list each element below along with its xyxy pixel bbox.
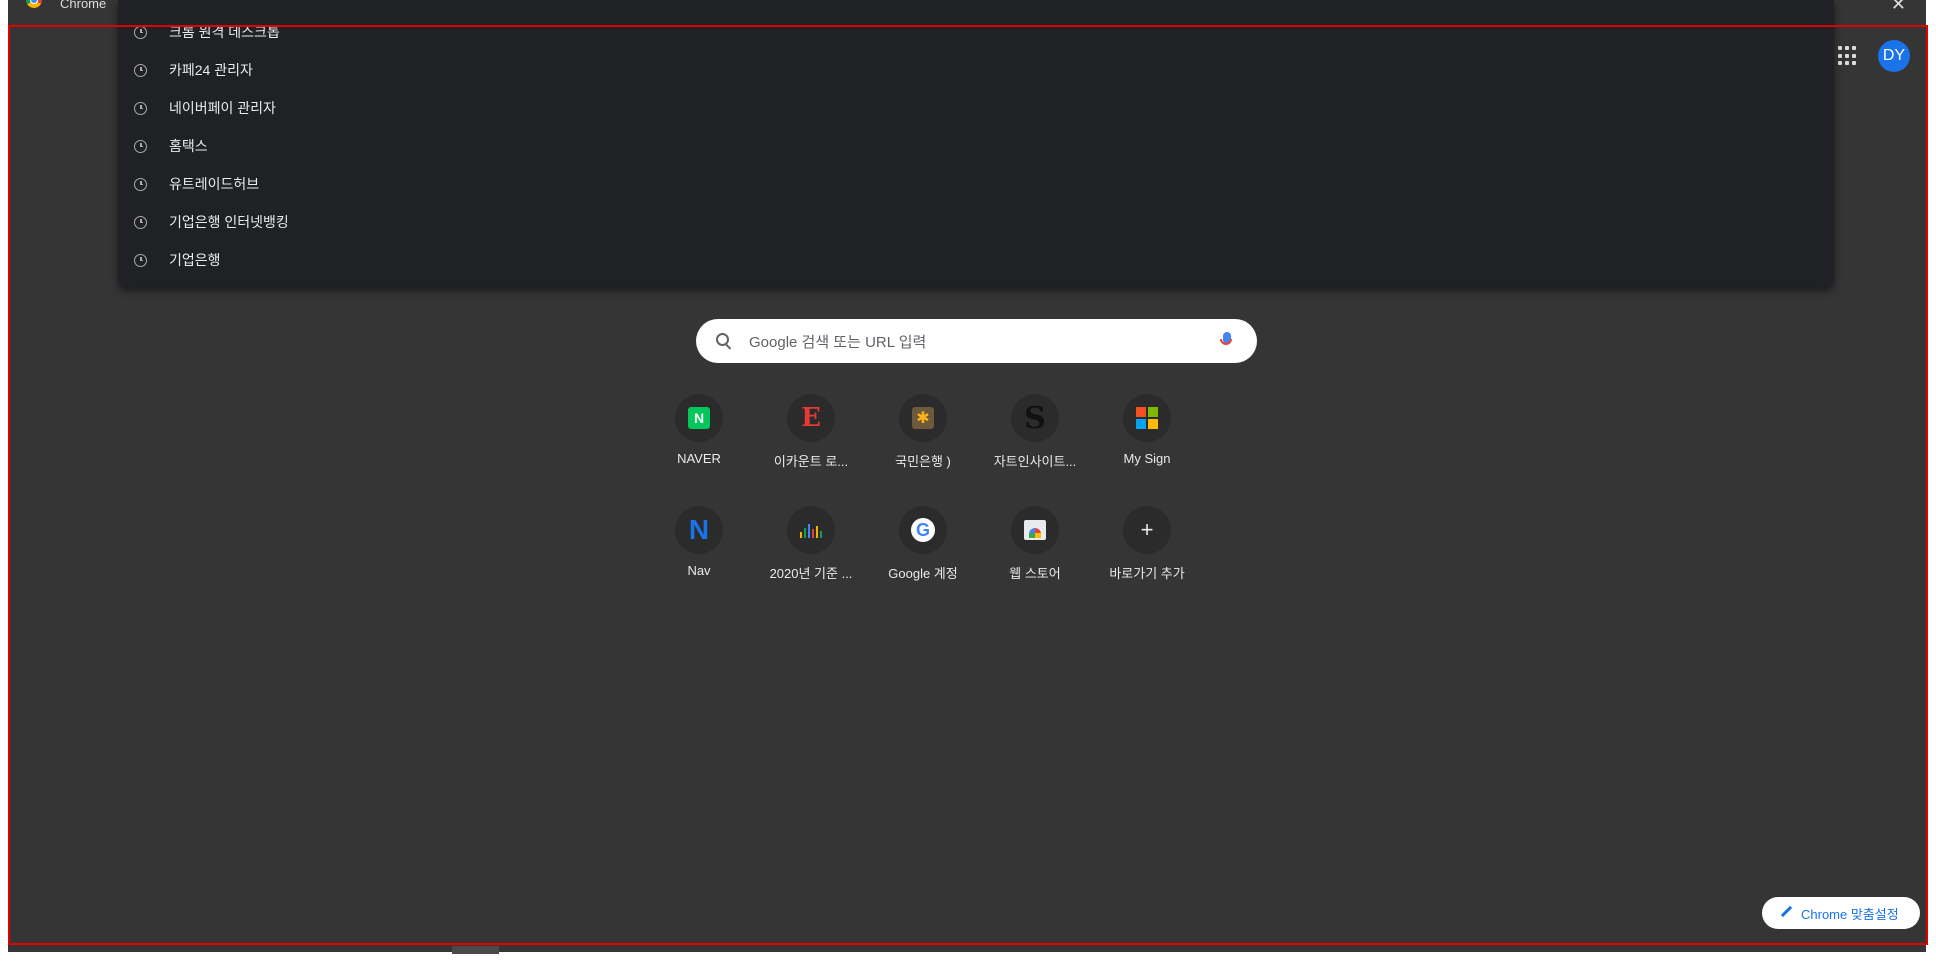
shortcut-icon-circle: + — [1123, 506, 1171, 554]
search-icon — [716, 333, 729, 346]
suggestion-label: 네이버페이 관리자 — [169, 100, 276, 116]
shortcut-label: 웹 스토어 — [1009, 566, 1061, 581]
suggestion-label: 기업은행 — [169, 252, 221, 268]
shortcut-icon-circle — [787, 506, 835, 554]
shortcut-icon-circle: ✱ — [899, 394, 947, 442]
microsoft-icon — [1136, 407, 1158, 429]
history-clock-icon — [134, 25, 147, 39]
add-shortcut-tile[interactable]: + 바로가기 추가 — [1091, 506, 1203, 616]
history-clock-icon — [134, 177, 147, 191]
suggestion-label: 기업은행 인터넷뱅킹 — [169, 214, 289, 230]
shortcut-label: NAVER — [677, 451, 721, 466]
history-clock-icon — [134, 63, 147, 77]
taskbar-thumb[interactable] — [452, 946, 499, 954]
suggestion-label: 크롬 원격 데스크톱 — [169, 24, 280, 40]
shortcut-tile[interactable]: S 자트인사이트... — [979, 394, 1091, 504]
naver-icon: N — [688, 407, 710, 429]
web-store-icon — [1024, 520, 1046, 540]
shortcut-icon-circle: G — [899, 506, 947, 554]
ecount-icon: E — [801, 403, 821, 433]
suggestion-label: 유트레이드허브 — [169, 176, 260, 192]
shortcut-label: 이카운트 로... — [773, 454, 849, 469]
search-input[interactable] — [747, 329, 1191, 355]
shortcut-label: 2020년 기준 ... — [769, 566, 853, 581]
suggestion-item[interactable]: 크롬 원격 데스크톱 — [118, 13, 1834, 51]
history-clock-icon — [134, 139, 147, 153]
shortcut-icon-circle: S — [1011, 394, 1059, 442]
shortcut-icon-circle — [1011, 506, 1059, 554]
shortcut-tile[interactable]: N Nav — [643, 506, 755, 616]
chrome-logo-icon — [26, 0, 42, 8]
suggestion-item[interactable]: 유트레이드허브 — [118, 165, 1834, 203]
shortcut-label: 자트인사이트... — [993, 454, 1077, 469]
suggestion-item[interactable]: 홈택스 — [118, 127, 1834, 165]
history-clock-icon — [134, 101, 147, 115]
shortcut-icon-circle: N — [675, 506, 723, 554]
shortcut-label: 국민은행 ) — [895, 454, 951, 469]
bar-chart-icon — [800, 522, 822, 538]
shortcut-label: 바로가기 추가 — [1109, 566, 1185, 581]
taskbar-strip — [8, 952, 1926, 971]
shortcut-tile[interactable]: My Sign — [1091, 394, 1203, 504]
shortcut-tile[interactable]: N NAVER — [643, 394, 755, 504]
chrome-window: Chrome ✕ DY N NAVER E 이카운트 로... ✱ 국민은행 )… — [8, 0, 1926, 952]
kb-bank-icon: ✱ — [912, 407, 934, 429]
shortcut-tile[interactable]: E 이카운트 로... — [755, 394, 867, 504]
suggestion-item[interactable]: 기업은행 인터넷뱅킹 — [118, 203, 1834, 241]
shortcut-icon-circle: E — [787, 394, 835, 442]
plus-icon: + — [1140, 517, 1154, 542]
apps-grid-icon[interactable] — [1838, 46, 1858, 66]
omnibox-suggestions-dropdown: 크롬 원격 데스크톱 카페24 관리자 네이버페이 관리자 홈택스 유트레이드허… — [118, 0, 1834, 287]
shortcut-label: Google 계정 — [888, 566, 958, 581]
customize-chrome-label: Chrome 맞춤설정 — [1801, 906, 1899, 922]
shortcut-tile[interactable]: 웹 스토어 — [979, 506, 1091, 616]
shortcut-label: Nav — [687, 563, 711, 578]
search-box[interactable] — [696, 319, 1257, 363]
shortcut-tile[interactable]: 2020년 기준 ... — [755, 506, 867, 616]
s-logo-icon: S — [1024, 400, 1046, 436]
shortcut-tile[interactable]: G Google 계정 — [867, 506, 979, 616]
shortcut-tile[interactable]: ✱ 국민은행 ) — [867, 394, 979, 504]
window-title: Chrome — [60, 0, 107, 11]
shortcut-icon-circle: N — [675, 394, 723, 442]
history-clock-icon — [134, 215, 147, 229]
shortcut-icon-circle — [1123, 394, 1171, 442]
nav-n-icon: N — [688, 514, 710, 545]
history-clock-icon — [134, 253, 147, 267]
suggestion-label: 홈택스 — [169, 138, 208, 154]
google-icon: G — [911, 518, 935, 542]
microphone-icon[interactable] — [1220, 332, 1232, 345]
suggestion-item[interactable]: 네이버페이 관리자 — [118, 89, 1834, 127]
account-avatar[interactable]: DY — [1878, 40, 1910, 72]
pencil-icon — [1780, 906, 1792, 918]
suggestion-item[interactable]: 기업은행 — [118, 241, 1834, 279]
close-icon[interactable]: ✕ — [1891, 0, 1906, 15]
suggestion-label: 카페24 관리자 — [169, 62, 253, 78]
suggestion-item[interactable]: 카페24 관리자 — [118, 51, 1834, 89]
shortcut-label: My Sign — [1123, 451, 1171, 466]
customize-chrome-button[interactable]: Chrome 맞춤설정 — [1762, 897, 1920, 929]
